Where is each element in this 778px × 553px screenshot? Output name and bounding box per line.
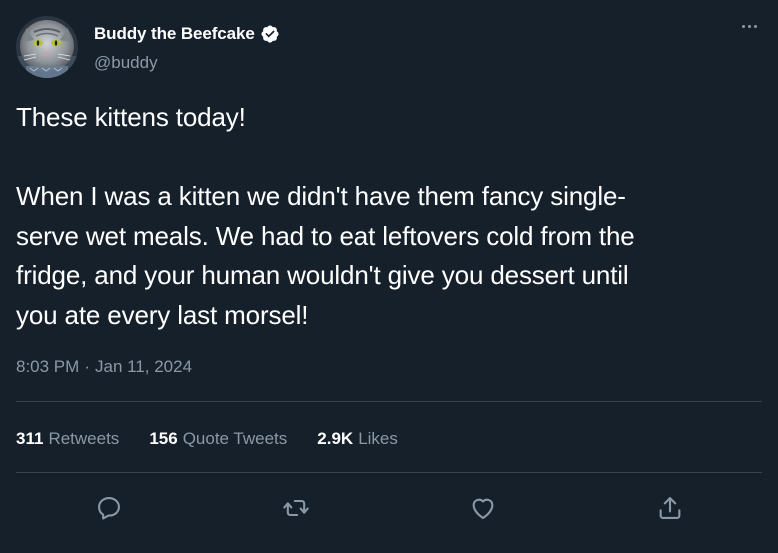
avatar[interactable] bbox=[16, 16, 78, 78]
author-handle[interactable]: @buddy bbox=[94, 53, 158, 73]
like-button[interactable] bbox=[465, 490, 501, 526]
retweets-label: Retweets bbox=[48, 429, 120, 448]
retweets-count: 311 bbox=[16, 429, 44, 448]
share-icon bbox=[659, 497, 681, 519]
retweet-icon bbox=[283, 499, 309, 517]
tweet-timestamp[interactable]: 8:03 PM · Jan 11, 2024 bbox=[16, 357, 192, 377]
more-dot bbox=[753, 24, 757, 28]
tweet-card: Buddy the Beefcake @buddy These kittens … bbox=[0, 0, 778, 553]
meta-separator: · bbox=[84, 357, 90, 376]
engagement-stats: 311 Retweets 156 Quote Tweets 2.9K Likes bbox=[16, 427, 398, 451]
quote-tweets-label: Quote Tweets bbox=[182, 429, 288, 448]
cat-avatar-image bbox=[16, 16, 78, 78]
share-button[interactable] bbox=[652, 490, 688, 526]
more-dot bbox=[741, 24, 745, 28]
tweet-date: Jan 11, 2024 bbox=[94, 357, 193, 376]
author-display-name[interactable]: Buddy the Beefcake bbox=[94, 24, 255, 44]
likes-stat[interactable]: 2.9K Likes bbox=[317, 429, 398, 449]
more-options-icon[interactable] bbox=[736, 16, 762, 36]
quote-tweets-stat[interactable]: 156 Quote Tweets bbox=[149, 429, 287, 449]
divider bbox=[16, 401, 762, 402]
divider bbox=[16, 472, 762, 473]
verified-badge-icon bbox=[261, 25, 279, 43]
likes-count: 2.9K bbox=[317, 429, 354, 448]
quote-tweets-count: 156 bbox=[149, 429, 178, 448]
likes-label: Likes bbox=[358, 429, 398, 448]
heart-icon bbox=[472, 498, 494, 519]
retweets-stat[interactable]: 311 Retweets bbox=[16, 429, 119, 449]
retweet-button[interactable] bbox=[278, 490, 314, 526]
reply-button[interactable] bbox=[91, 490, 127, 526]
action-bar bbox=[0, 480, 778, 536]
author-name-row[interactable]: Buddy the Beefcake bbox=[94, 22, 280, 46]
reply-icon bbox=[98, 497, 120, 520]
tweet-time: 8:03 PM bbox=[16, 357, 80, 376]
more-dot bbox=[747, 24, 751, 28]
tweet-text: These kittens today! When I was a kitten… bbox=[16, 102, 635, 330]
